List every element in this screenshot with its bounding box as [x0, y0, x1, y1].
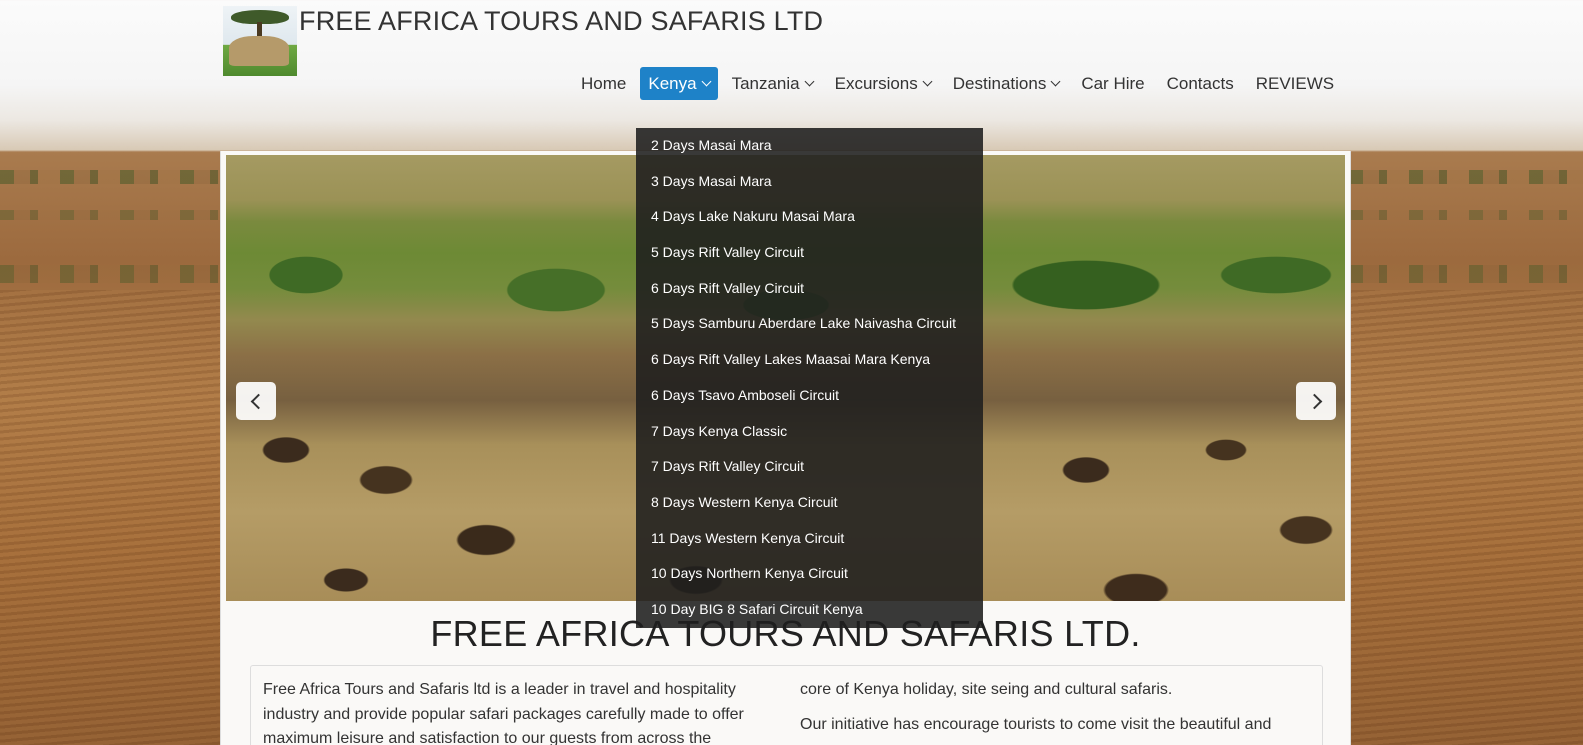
intro-column-right: core of Kenya holiday, site seing and cu… [800, 678, 1310, 745]
nav-destinations[interactable]: Destinations [945, 67, 1068, 100]
intro-paragraph: core of Kenya holiday, site seing and cu… [800, 681, 1173, 698]
nav-contacts[interactable]: Contacts [1159, 67, 1242, 100]
menu-item[interactable]: 8 Days Western Kenya Circuit [636, 485, 983, 521]
rock-lion-icon [229, 36, 289, 66]
kenya-dropdown-menu: 2 Days Masai Mara 3 Days Masai Mara 4 Da… [636, 128, 983, 628]
menu-item[interactable]: 7 Days Rift Valley Circuit [636, 449, 983, 485]
menu-item[interactable]: 2 Days Masai Mara [636, 128, 983, 164]
chevron-left-icon [250, 393, 266, 409]
nav-car-hire[interactable]: Car Hire [1073, 67, 1152, 100]
nav-reviews[interactable]: REVIEWS [1248, 67, 1342, 100]
nav-home[interactable]: Home [573, 67, 634, 100]
chevron-down-icon [922, 76, 933, 87]
site-title[interactable]: FREE AFRICA TOURS AND SAFARIS LTD [299, 6, 823, 37]
menu-item[interactable]: 10 Day BIG 8 Safari Circuit Kenya [636, 592, 983, 628]
nav-excursions[interactable]: Excursions [827, 67, 939, 100]
intro-paragraph: Our initiative has encourage tourists to… [800, 715, 1272, 733]
nav-kenya[interactable]: Kenya [640, 67, 718, 100]
menu-item[interactable]: 7 Days Kenya Classic [636, 414, 983, 450]
background-savanna-left [0, 150, 220, 745]
chevron-down-icon [804, 76, 815, 87]
menu-item[interactable]: 11 Days Western Kenya Circuit [636, 521, 983, 557]
chevron-right-icon [1306, 393, 1322, 409]
menu-item[interactable]: 4 Days Lake Nakuru Masai Mara [636, 199, 983, 235]
nav-tanzania[interactable]: Tanzania [724, 67, 821, 100]
menu-item[interactable]: 6 Days Rift Valley Lakes Maasai Mara Ken… [636, 342, 983, 378]
menu-item[interactable]: 3 Days Masai Mara [636, 164, 983, 200]
menu-item[interactable]: 5 Days Rift Valley Circuit [636, 235, 983, 271]
slider-prev-button[interactable] [236, 382, 276, 420]
menu-item[interactable]: 6 Days Tsavo Amboseli Circuit [636, 378, 983, 414]
menu-item[interactable]: 6 Days Rift Valley Circuit [636, 271, 983, 307]
background-savanna-right [1349, 150, 1583, 745]
site-logo[interactable] [223, 6, 297, 76]
intro-paragraph: Free Africa Tours and Safaris ltd is a l… [263, 681, 744, 745]
slider-next-button[interactable] [1296, 382, 1336, 420]
menu-item[interactable]: 5 Days Samburu Aberdare Lake Naivasha Ci… [636, 306, 983, 342]
main-nav: Home Kenya Tanzania Excursions Destinati… [570, 67, 1345, 100]
chevron-down-icon [1050, 76, 1061, 87]
menu-item[interactable]: 10 Days Northern Kenya Circuit [636, 556, 983, 592]
intro-column-left: Free Africa Tours and Safaris ltd is a l… [263, 678, 781, 745]
intro-panel: Free Africa Tours and Safaris ltd is a l… [250, 665, 1323, 745]
chevron-down-icon [701, 76, 712, 87]
